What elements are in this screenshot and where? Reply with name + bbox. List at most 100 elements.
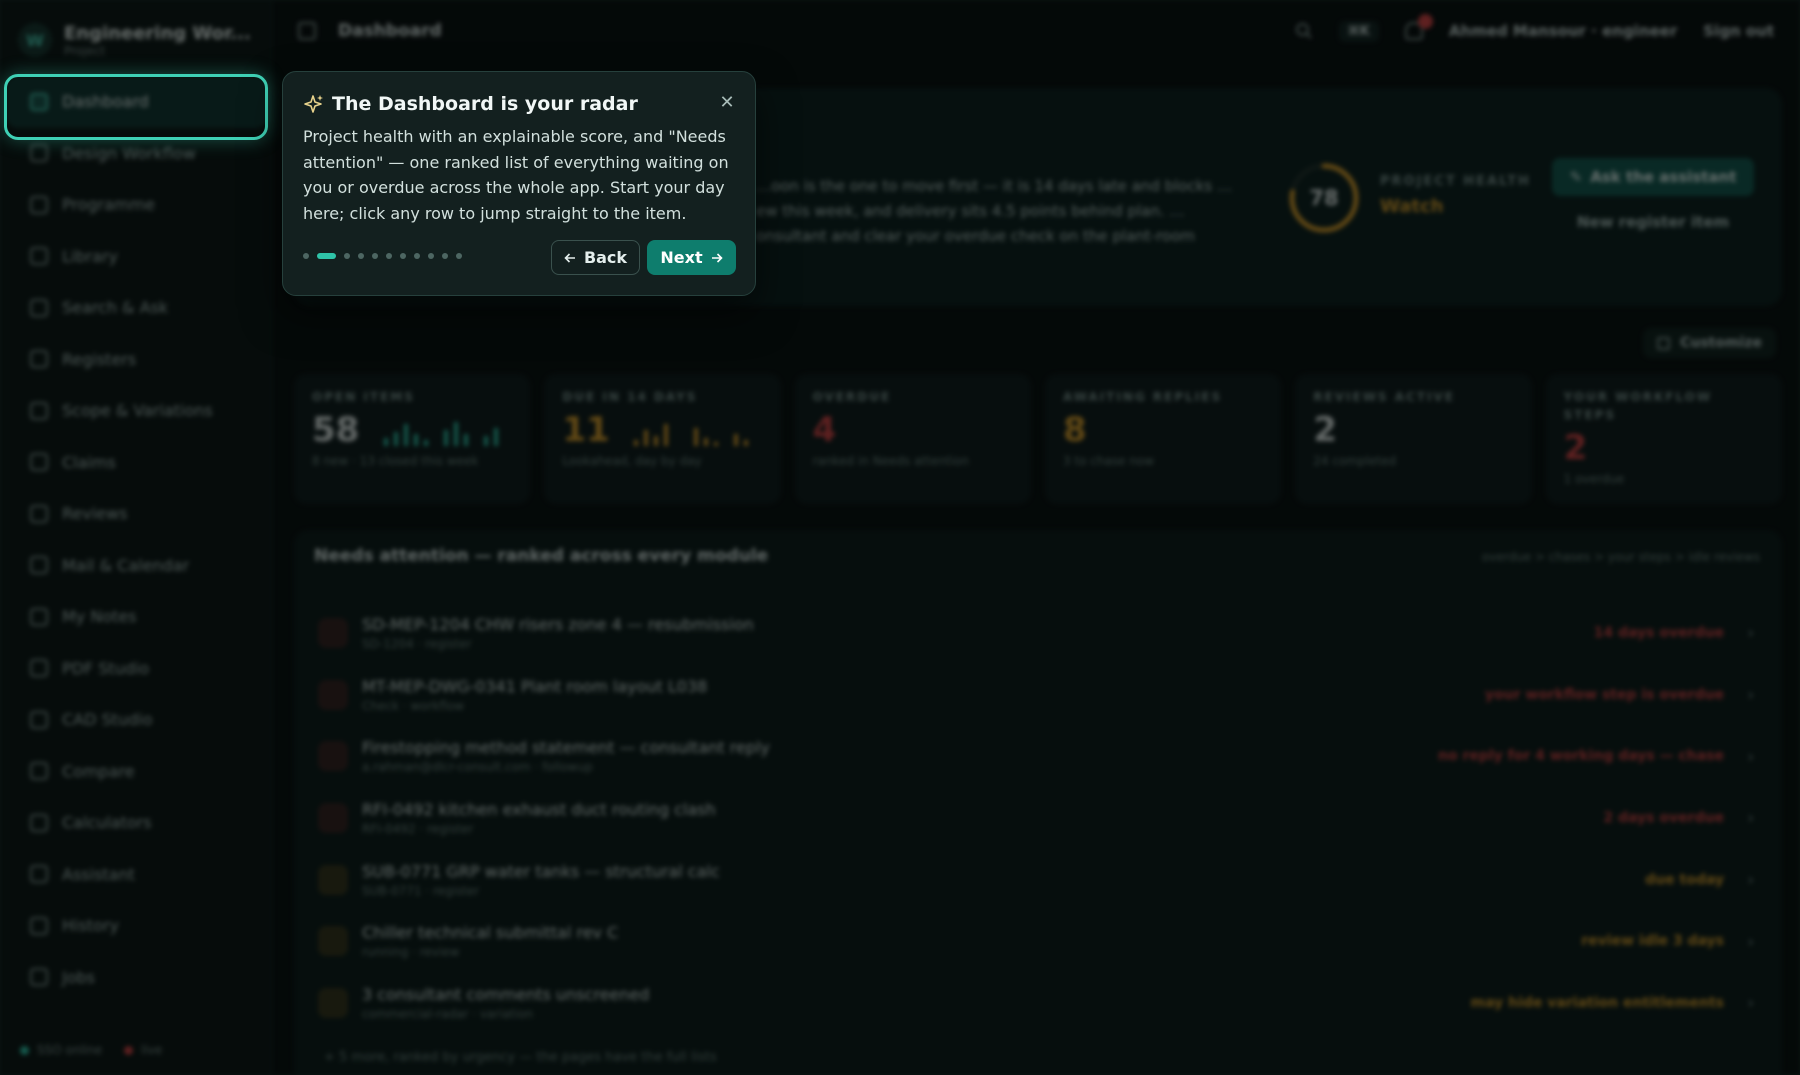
item-type-icon <box>318 987 348 1018</box>
kpi-card[interactable]: REVIEWS ACTIVE 2 24 completed <box>1295 374 1532 504</box>
sidebar-item-search-ask[interactable]: Search & Ask <box>6 282 268 334</box>
scope-icon <box>30 401 48 420</box>
chevron-right-icon: › <box>1747 746 1754 766</box>
sidebar-item-label: Assistant <box>62 864 135 884</box>
sidebar-item-label: Scope & Variations <box>62 401 213 421</box>
sidebar-item-library[interactable]: Library <box>6 231 268 283</box>
sidebar-item-label: Library <box>62 246 118 266</box>
row-meta: RFI-0492 · register <box>362 821 474 836</box>
needs-attention-panel: Needs attention — ranked across every mo… <box>294 530 1782 1075</box>
chevron-right-icon: › <box>1747 931 1754 951</box>
row-title: Firestopping method statement — consulta… <box>362 738 770 758</box>
sidebar-item-pdf-studio[interactable]: PDF Studio <box>6 643 268 695</box>
sparkline-bar <box>384 438 388 446</box>
sign-out-link[interactable]: Sign out <box>1703 22 1774 40</box>
sidebar-item-label: Calculators <box>62 813 152 833</box>
row-reason: due today <box>1645 871 1724 888</box>
sidebar-item-reviews[interactable]: Reviews <box>6 488 268 540</box>
table-row[interactable]: Firestopping method statement — consulta… <box>308 725 1768 787</box>
workflow-icon <box>30 144 48 163</box>
sidebar-item-mail-calendar[interactable]: Mail & Calendar <box>6 540 268 592</box>
more-items-note[interactable]: + 5 more, ranked by urgency — the pages … <box>324 1050 717 1065</box>
tour-popover: The Dashboard is your radar ✕ Project he… <box>282 71 756 296</box>
row-title: RFI-0492 kitchen exhaust duct routing cl… <box>362 799 716 819</box>
sidebar-item-jobs[interactable]: Jobs <box>6 952 268 1004</box>
bell-icon[interactable] <box>1404 14 1433 40</box>
tour-step-dot[interactable] <box>442 253 448 259</box>
tour-spotlight-dashboard <box>4 74 268 140</box>
sidebar-item-label: PDF Studio <box>62 658 150 678</box>
table-row[interactable]: Chiller technical submittal rev C running… <box>308 910 1768 972</box>
command-shortcut[interactable]: ⌘K <box>1338 20 1379 42</box>
tour-step-dot[interactable] <box>400 253 406 259</box>
sidebar-item-label: Registers <box>62 349 137 369</box>
tour-step-dot[interactable] <box>372 253 378 259</box>
chevron-right-icon: › <box>1747 870 1754 890</box>
sparkline-bar <box>744 440 749 446</box>
reviews-icon <box>30 504 48 523</box>
chevron-right-icon: › <box>1747 623 1754 643</box>
sidebar-item-my-notes[interactable]: My Notes <box>6 591 268 643</box>
kpi-subtext: ranked in Needs attention <box>812 454 969 468</box>
tour-step-dot[interactable] <box>317 253 336 259</box>
back-button[interactable]: Back <box>551 240 640 275</box>
new-register-item-button[interactable]: New register item <box>1552 204 1754 240</box>
row-meta: SUB-0771 · register <box>362 883 480 898</box>
sidebar-item-programme[interactable]: Programme <box>6 179 268 231</box>
sidebar-item-calculators[interactable]: Calculators <box>6 797 268 849</box>
customize-button[interactable]: Customize <box>1643 328 1776 358</box>
compare-icon <box>30 762 48 781</box>
health-summary: …oon is the one to move first — it is 14… <box>756 177 1232 245</box>
table-row[interactable]: 3 consultant comments unscreened commerci… <box>308 972 1768 1034</box>
tour-step-dot[interactable] <box>344 253 350 259</box>
sidebar-item-assistant[interactable]: Assistant <box>6 849 268 901</box>
history-icon <box>30 916 48 935</box>
kpi-value: 4 <box>812 410 837 450</box>
arrow-left-icon <box>564 252 575 263</box>
tour-step-dot[interactable] <box>428 253 434 259</box>
row-reason: may hide variation entitlements <box>1470 994 1724 1011</box>
kpi-card[interactable]: OVERDUE 4 ranked in Needs attention <box>794 374 1031 504</box>
sidebar-item-label: History <box>62 916 119 936</box>
row-title: SUB-0771 GRP water tanks — structural ca… <box>362 861 720 881</box>
row-reason: 14 days overdue <box>1593 624 1724 641</box>
sidebar-item-cad-studio[interactable]: CAD Studio <box>6 694 268 746</box>
tour-step-dot[interactable] <box>414 253 420 259</box>
sidebar-item-label: Claims <box>62 452 116 472</box>
tour-step-dot[interactable] <box>358 253 364 259</box>
sidebar-item-compare[interactable]: Compare <box>6 746 268 798</box>
kpi-subtext: 1 overdue <box>1563 472 1625 486</box>
sidebar-toggle-icon[interactable] <box>298 22 316 40</box>
table-row[interactable]: RFI-0492 kitchen exhaust duct routing cl… <box>308 787 1768 849</box>
sidebar-item-label: Programme <box>62 195 155 215</box>
sidebar-item-history[interactable]: History <box>6 900 268 952</box>
next-button[interactable]: Next <box>647 240 736 275</box>
sidebar-item-claims[interactable]: Claims <box>6 437 268 489</box>
kpi-strip: OPEN ITEMS 58 8 new · 13 closed this week D… <box>294 374 1782 504</box>
ask-assistant-button[interactable]: ✎ Ask the assistant <box>1552 158 1754 196</box>
brand[interactable]: W Engineering Wor... Project <box>18 16 251 64</box>
table-row[interactable]: SUB-0771 GRP water tanks — structural ca… <box>308 849 1768 911</box>
sidebar-item-registers[interactable]: Registers <box>6 334 268 386</box>
calendar-icon <box>30 195 48 214</box>
kpi-subtext: 8 new · 13 closed this week <box>312 454 479 468</box>
kpi-subtext: 24 completed <box>1313 454 1397 468</box>
kpi-card[interactable]: YOUR WORKFLOW STEPS 2 1 overdue <box>1545 374 1782 504</box>
table-row[interactable]: MT-MEP-DWG-0341 Plant room layout L038 Ch… <box>308 664 1768 726</box>
table-row[interactable]: SD-MEP-1204 CHW risers zone 4 — resubmis… <box>308 602 1768 664</box>
kpi-card[interactable]: OPEN ITEMS 58 8 new · 13 closed this week <box>294 374 531 504</box>
kpi-card[interactable]: AWAITING REPLIES 8 3 to chase now <box>1044 374 1282 504</box>
jobs-icon <box>30 968 48 987</box>
tour-step-dot[interactable] <box>303 253 309 259</box>
sidebar-item-scope-variations[interactable]: Scope & Variations <box>6 385 268 437</box>
item-type-icon <box>318 864 348 895</box>
close-icon[interactable]: ✕ <box>717 92 737 113</box>
tour-step-dot[interactable] <box>386 253 392 259</box>
chevron-right-icon: › <box>1747 993 1754 1013</box>
tour-step-dot[interactable] <box>456 253 462 259</box>
sparkline <box>634 424 749 446</box>
search-icon[interactable] <box>1295 22 1313 40</box>
user-name[interactable]: Ahmed Mansour · engineer <box>1449 22 1677 40</box>
row-meta: SD-1204 · register <box>362 636 472 651</box>
kpi-card[interactable]: DUE IN 14 DAYS 11 Lookahead, day by day <box>544 374 781 504</box>
